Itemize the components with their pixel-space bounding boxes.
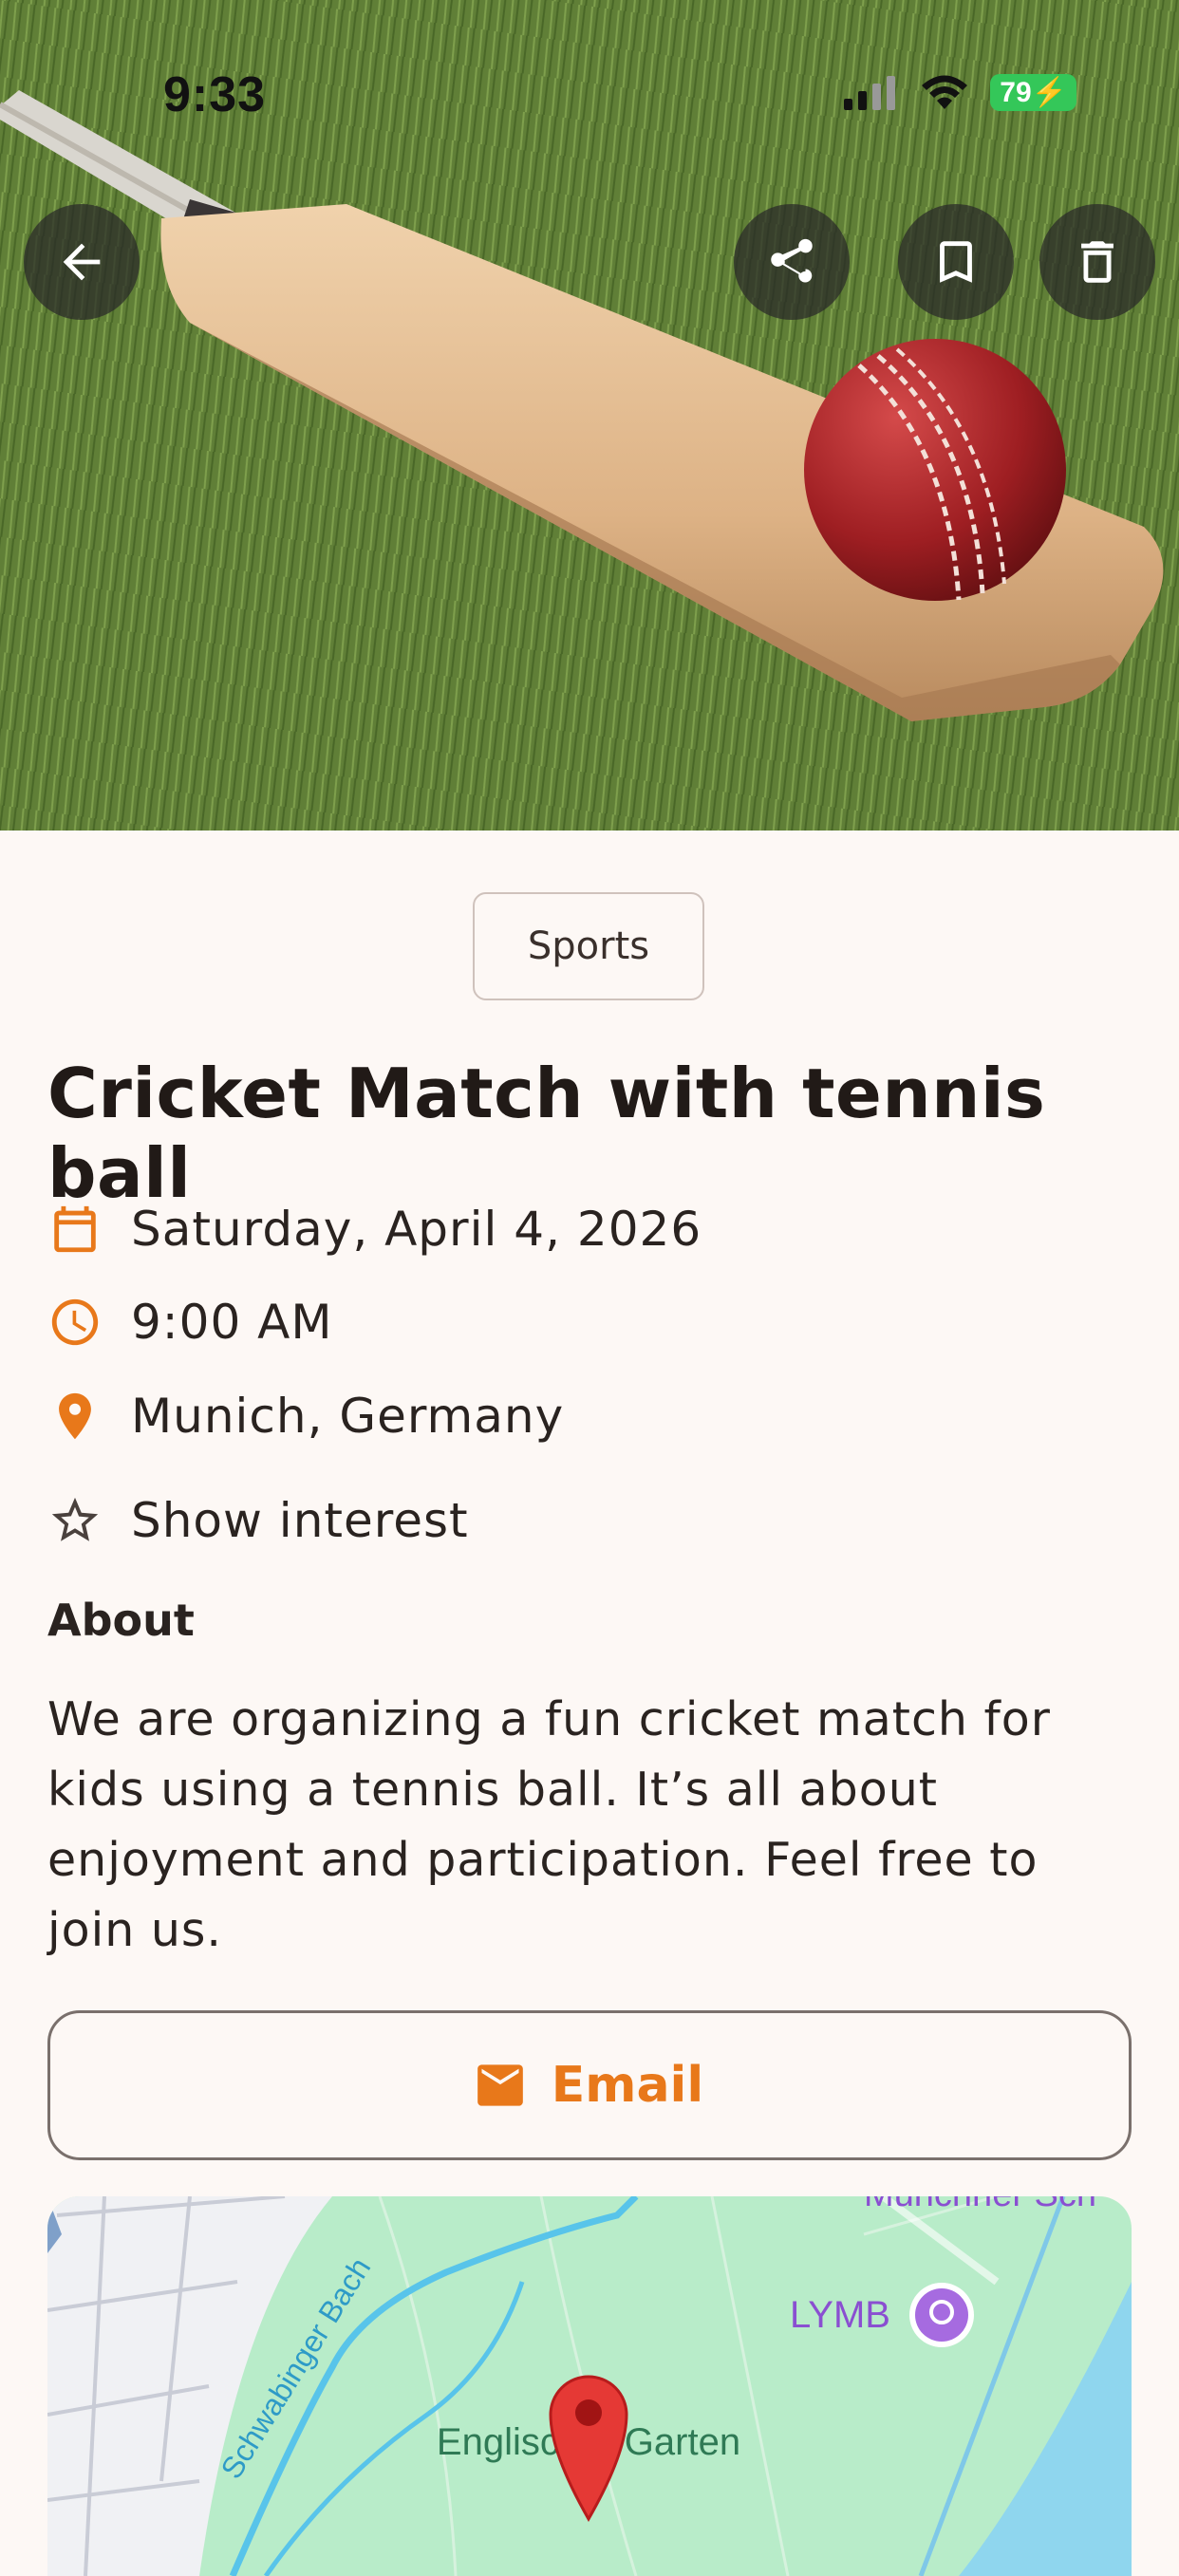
location-marker-icon[interactable] [549, 2375, 628, 2523]
about-text: We are organizing a fun cricket match fo… [47, 1692, 1051, 1957]
bookmark-button[interactable] [898, 204, 1014, 320]
share-button[interactable] [734, 204, 850, 320]
event-time: 9:00 AM [131, 1295, 333, 1350]
trash-icon [1081, 241, 1114, 283]
about-heading: About [47, 1595, 195, 1646]
share-icon [771, 238, 813, 283]
time-row: 9:00 AM [47, 1295, 333, 1350]
location-row[interactable]: Munich, Germany [47, 1389, 564, 1444]
email-icon [477, 2064, 523, 2106]
email-button[interactable]: Email [47, 2010, 1132, 2160]
show-interest-label: Show interest [131, 1493, 469, 1548]
star-outline-icon [51, 1497, 99, 1541]
map-label-top: Münchner Sch [864, 2196, 1096, 2214]
event-date: Saturday, April 4, 2026 [131, 1202, 702, 1257]
cricket-bat [0, 90, 1164, 721]
bookmark-icon [940, 241, 972, 283]
map-canvas: Schwabinger Bach Münchner Sch LYMB Engli… [47, 2196, 1132, 2576]
delete-button[interactable] [1039, 204, 1155, 320]
clock-icon [51, 1298, 99, 1346]
event-location: Munich, Germany [131, 1389, 565, 1444]
map-label-poi: LYMB [790, 2294, 890, 2336]
category-chip[interactable]: Sports [473, 892, 704, 1000]
date-row: Saturday, April 4, 2026 [47, 1202, 702, 1257]
event-hero-image: 9:33 79⚡ [0, 0, 1179, 831]
event-title: Cricket Match with tennis ball [47, 1054, 1046, 1213]
back-button[interactable] [24, 204, 140, 320]
calendar-icon [54, 1205, 96, 1253]
location-pin-icon [59, 1392, 91, 1440]
show-interest-button[interactable]: Show interest [47, 1493, 469, 1548]
email-button-label: Email [551, 2057, 704, 2114]
location-map[interactable]: Schwabinger Bach Münchner Sch LYMB Engli… [47, 2196, 1132, 2576]
arrow-left-icon [63, 243, 101, 281]
